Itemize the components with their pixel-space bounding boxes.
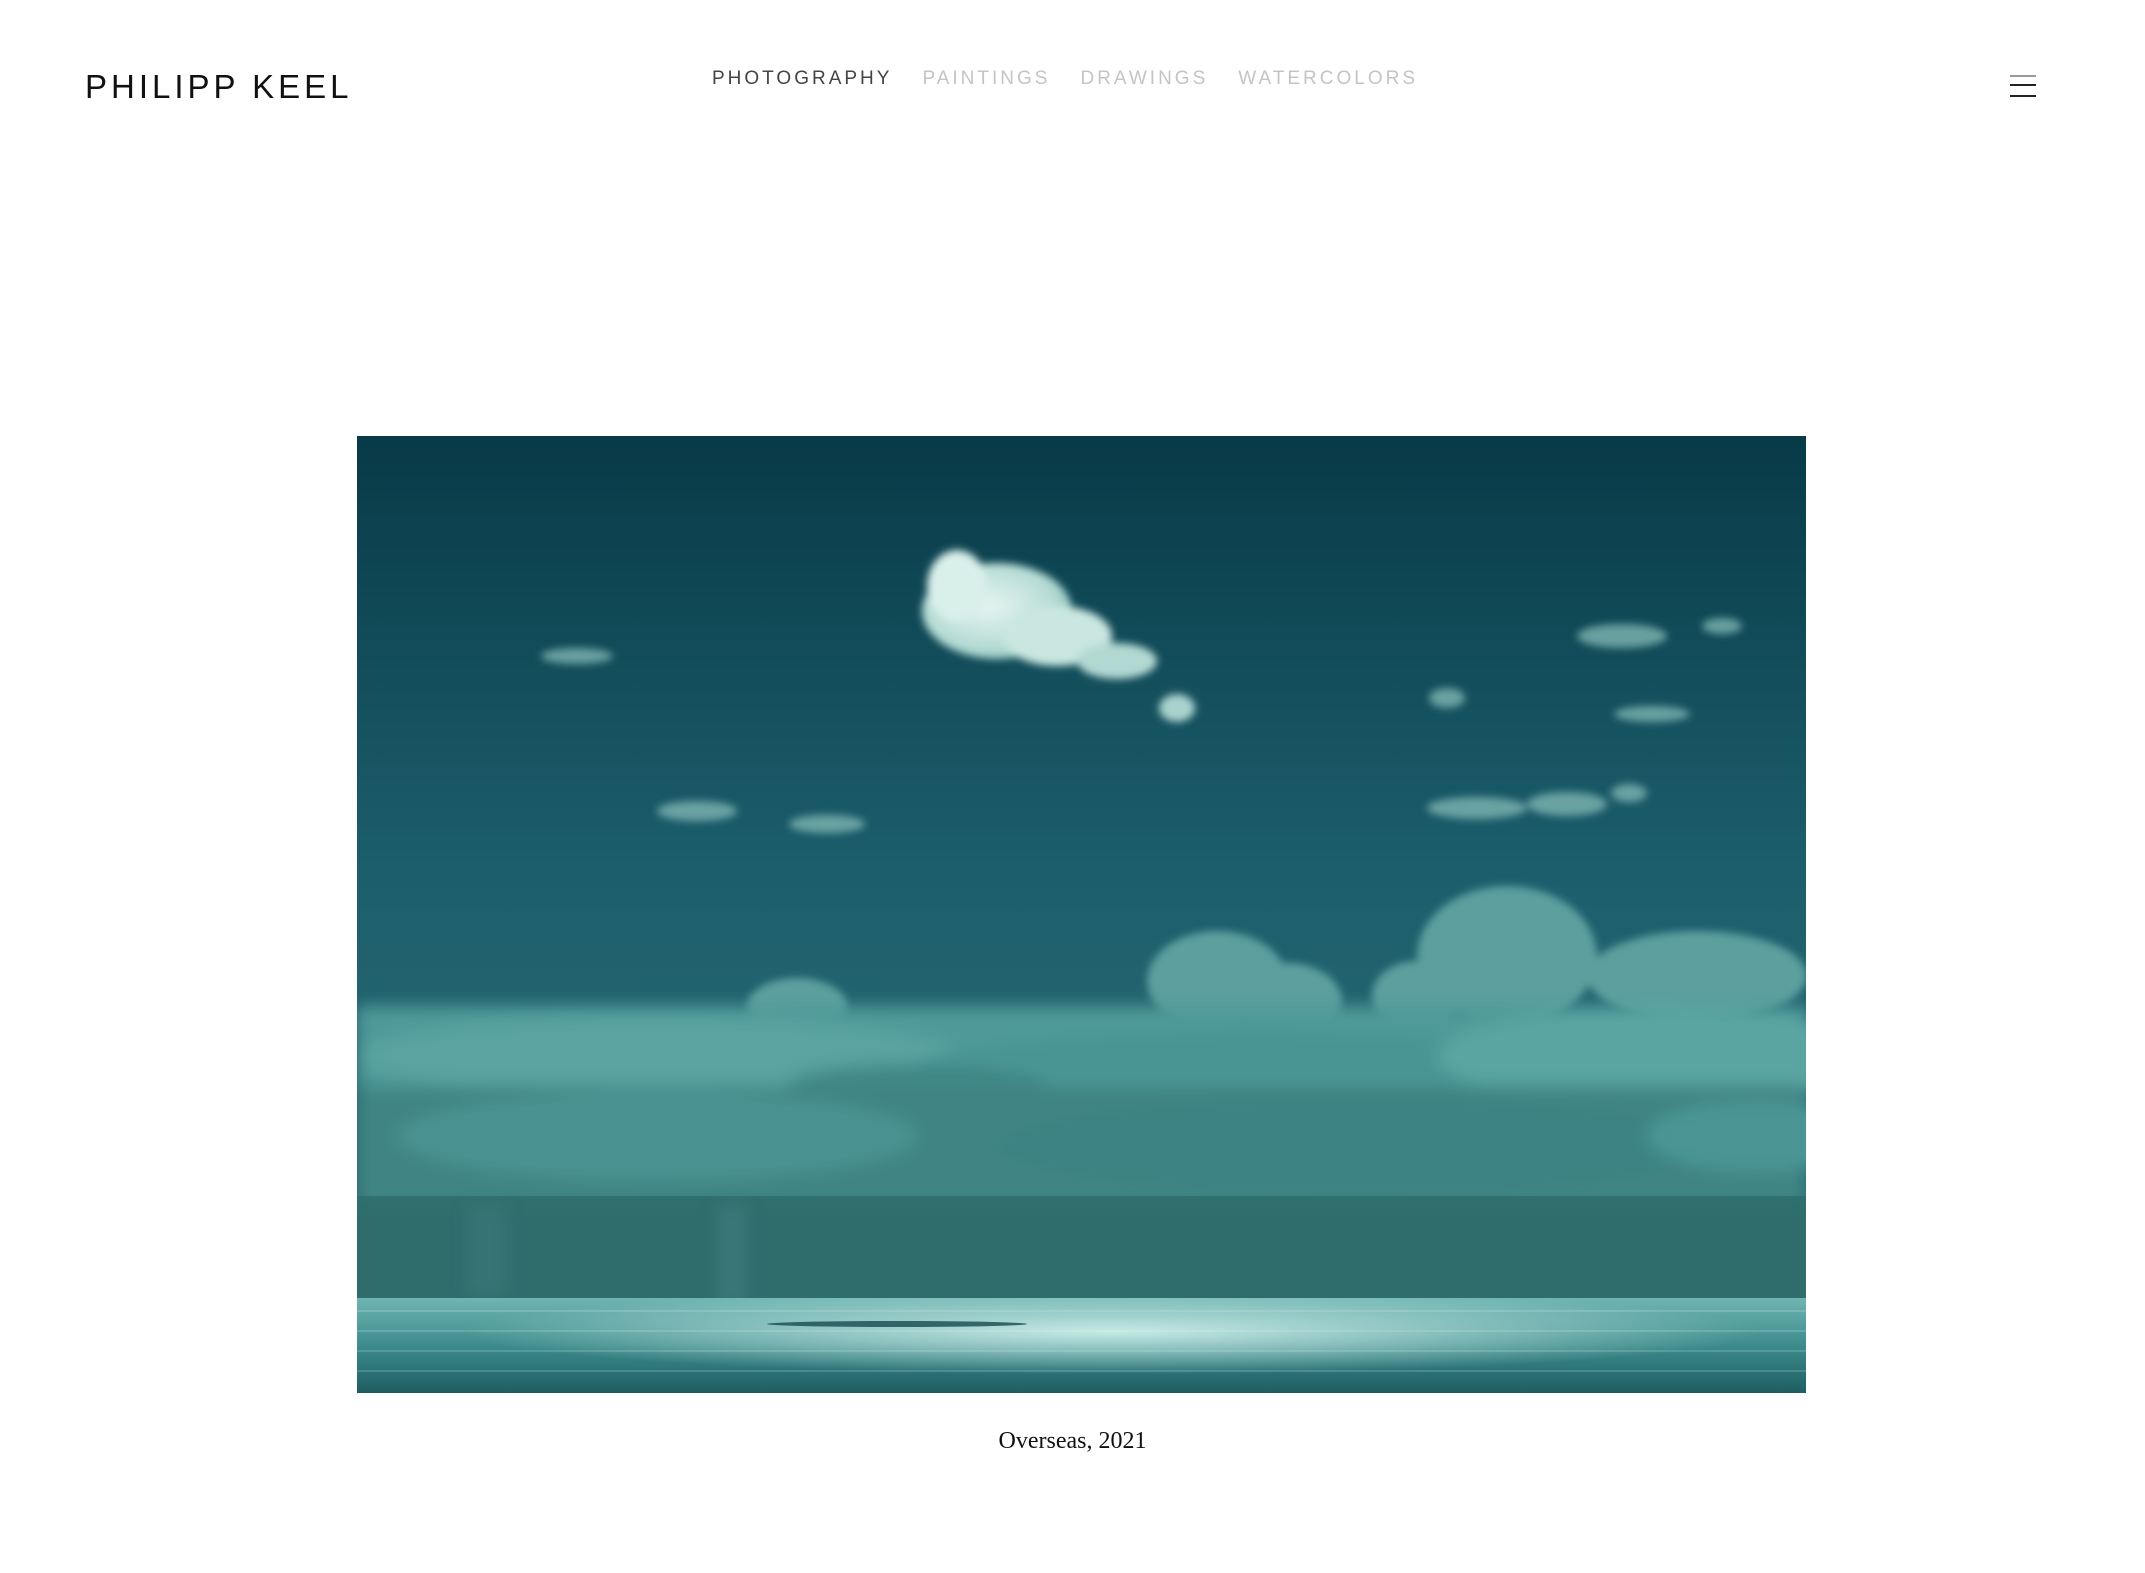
hamburger-menu-icon[interactable] xyxy=(2010,71,2040,99)
nav-item-photography[interactable]: PHOTOGRAPHY xyxy=(712,68,892,90)
artwork-caption: Overseas, 2021 xyxy=(998,1428,1147,1454)
artwork-photo[interactable] xyxy=(357,436,1806,1393)
nav-item-drawings[interactable]: DRAWINGS xyxy=(1080,68,1208,90)
nav-item-paintings[interactable]: PAINTINGS xyxy=(922,68,1050,90)
nav-item-watercolors[interactable]: WATERCOLORS xyxy=(1238,68,1418,90)
site-logo[interactable]: PHILIPP KEEL xyxy=(85,68,353,106)
top-navigation: PHOTOGRAPHY PAINTINGS DRAWINGS WATERCOLO… xyxy=(712,68,1418,90)
